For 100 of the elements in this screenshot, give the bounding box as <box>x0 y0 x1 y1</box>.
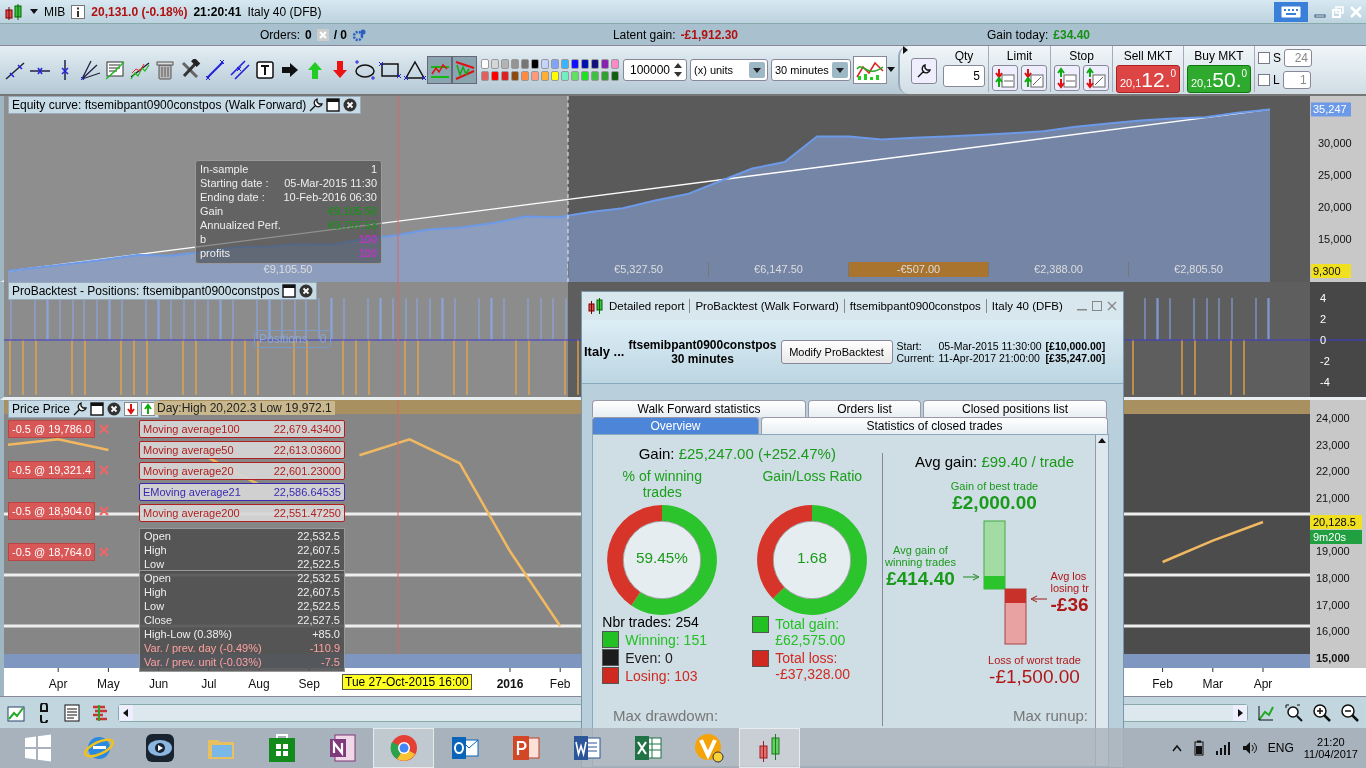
total-label: Total loss: <box>775 650 839 666</box>
period-gain-label: €9,105.50 <box>262 262 314 277</box>
qty-label: Qty <box>954 49 974 63</box>
ohlc-label: High-Low (0.38%) <box>144 628 233 642</box>
last-price-tag: 20,128.5 <box>1310 515 1362 529</box>
instrument-name: Italy ... <box>584 344 625 359</box>
trade-count: Nbr trades: 254 <box>602 614 700 630</box>
buy-market-label: Buy MKT <box>1194 49 1244 63</box>
total-label: Total gain: <box>775 616 841 632</box>
ohlc-value: 22,607.5 <box>297 586 340 600</box>
report-title-part: ftsemibpant0900constpos <box>849 300 981 312</box>
y-tick-label: 16,000 <box>1316 625 1350 638</box>
start-capital: [£10,000.00] <box>1045 339 1106 352</box>
pending-orders-count: / 0 <box>333 27 347 42</box>
qty-field[interactable]: 5 <box>943 65 985 87</box>
instrument-name: Italy 40 (DFB) <box>247 4 322 19</box>
y-tick-label: 15,000 <box>1318 233 1352 246</box>
y-tick-label: 20,000 <box>1318 200 1352 213</box>
avg-loss-label: losing tr <box>1050 582 1090 594</box>
orders-count: 0 <box>304 27 312 42</box>
legend-label: Winning: 151 <box>625 631 707 648</box>
taskbar-clock[interactable]: 21:20 11/04/2017 <box>1303 736 1358 760</box>
total-value: -£37,328.00 <box>775 666 850 682</box>
ohlc-value: 22,527.5 <box>297 614 340 628</box>
modify-backtest-button[interactable]: Modify ProBacktest <box>780 339 893 364</box>
y-tick-label: 4 <box>1320 292 1327 304</box>
latent-gain-label: Latent gain: <box>612 27 676 42</box>
ohlc-label: Close <box>144 614 173 628</box>
ohlc-value: +85.0 <box>312 628 340 642</box>
clock-time: 21:20:41 <box>193 4 242 19</box>
x-tick-label: Mar <box>1202 677 1224 691</box>
donut-center-value: 1.68 <box>796 549 829 568</box>
donut-center-value: 59.45% <box>635 549 690 568</box>
symbol-label[interactable]: MIB <box>44 4 66 19</box>
ohlc-label: Var. / prev. day (-0.49%) <box>144 642 262 656</box>
ohlc-label: Open <box>144 530 171 544</box>
gain-today-value: £34.40 <box>1053 27 1090 42</box>
tooltip-label: b <box>200 233 207 247</box>
avg-loss-label: Avg los <box>1050 570 1088 582</box>
report-tab[interactable]: Overview <box>592 417 759 434</box>
report-title-part: Italy 40 (DFB) <box>991 300 1063 312</box>
stop-label: Stop <box>1069 49 1094 63</box>
worst-trade-value: -£1,500.00 <box>989 666 1080 688</box>
ohlc-value: -110.9 <box>309 642 340 656</box>
short-label: S <box>1273 51 1281 65</box>
y-tick-label: 17,000 <box>1316 598 1350 611</box>
pane-title: Equity curve: ftsemibpant0900constpos (Walk Forward) <box>12 98 307 112</box>
current-capital: [£35,247.00] <box>1045 351 1106 364</box>
tooltip-value: 05-Mar-2015 11:30 <box>284 177 377 191</box>
strategy-period: 30 minutes <box>671 351 734 366</box>
best-trade-label: Gain of best trade <box>950 480 1039 492</box>
ohlc-label: High <box>144 544 167 558</box>
ohlc-label: Open <box>144 572 171 586</box>
indicator-legend: Moving average20 22,601.23000 <box>139 462 345 480</box>
tooltip-label: Ending date : <box>200 191 265 205</box>
y-tick-label: 18,000 <box>1316 572 1350 584</box>
x-tick-label: 2016 <box>496 677 524 691</box>
x-tick-label: Jun <box>148 677 169 691</box>
y-tick-label: -4 <box>1320 376 1330 388</box>
long-field[interactable]: 1 <box>1282 71 1311 89</box>
short-field[interactable]: 24 <box>1284 49 1312 67</box>
pane-title: Price Price <box>12 402 70 416</box>
avg-win-value: £414.40 <box>886 568 955 590</box>
order-tag[interactable]: -0.5 @ 19,786.0 <box>8 420 96 438</box>
x-tick-label: Apr <box>48 677 68 691</box>
max-drawdown-label: Max drawdown: <box>613 707 719 724</box>
long-label: L <box>1273 73 1280 87</box>
legend-label: Even: 0 <box>625 649 673 666</box>
report-tab[interactable]: Closed positions list <box>923 400 1107 417</box>
worst-trade-label: Loss of worst trade <box>988 654 1081 666</box>
order-tag[interactable]: -0.5 @ 19,321.4 <box>8 461 96 479</box>
tooltip-label: Annualized Perf. <box>200 219 281 233</box>
tooltip-value: €9,105.50 <box>328 205 377 219</box>
last-value-tag: 35,247 <box>1311 102 1351 117</box>
max-runup-label: Max runup: <box>1012 707 1088 724</box>
report-tab[interactable]: Statistics of closed trades <box>761 417 1108 434</box>
y-tick-label: 15,000 <box>1316 652 1350 664</box>
y-tick-label: 0 <box>1320 334 1327 346</box>
ratio-title: Gain/Loss Ratio <box>761 468 864 486</box>
unit-dropdown[interactable]: (x) units <box>690 59 768 81</box>
tooltip-value: 100 <box>358 247 377 261</box>
positions-label: Positions 0 <box>254 330 332 348</box>
pane-title: ProBacktest - Positions: ftsemibpant0900constpos <box>12 284 280 298</box>
indicator-legend: Moving average100 22,679.43400 <box>139 420 345 438</box>
marker-value-tag: 9,300 <box>1311 264 1351 278</box>
tooltip-value: 100 <box>358 233 377 247</box>
language-indicator[interactable]: ENG <box>1267 741 1294 755</box>
amount-field[interactable]: 100000 <box>623 59 687 81</box>
report-tab[interactable]: Walk Forward statistics <box>592 400 806 417</box>
order-tag[interactable]: -0.5 @ 18,904.0 <box>8 502 96 520</box>
legend-label: Losing: 103 <box>625 667 698 684</box>
win-rate-title: % of winning trades <box>621 468 703 502</box>
report-tab[interactable]: Orders list <box>808 400 921 417</box>
total-gain-heading: Gain: £25,247.00 (+252.47%) <box>638 445 836 462</box>
ohlc-value: -7.5 <box>321 656 340 670</box>
period-dropdown[interactable]: 30 minutes <box>771 59 851 81</box>
tooltip-label: Starting date : <box>200 177 269 191</box>
x-tick-label: Apr <box>1253 677 1273 691</box>
order-tag[interactable]: -0.5 @ 18,764.0 <box>8 543 96 561</box>
y-tick-label: -2 <box>1320 355 1330 367</box>
